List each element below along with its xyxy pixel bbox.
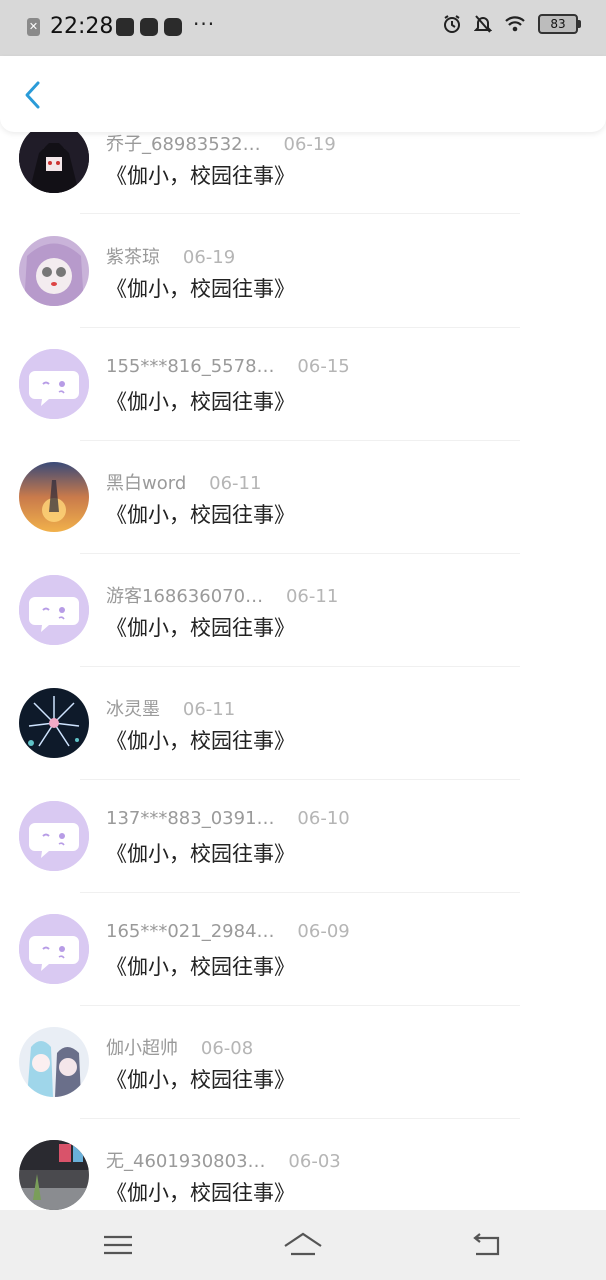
post-date: 06-15 [297,356,350,377]
user-avatar-image [19,236,89,306]
chevron-left-icon[interactable] [20,80,46,110]
user-name-line: 137***883_0391… 06-10 [106,808,350,829]
user-name-line: 游客168636070… 06-11 [106,582,338,608]
mail-notification-icon [116,18,134,36]
post-title[interactable]: 《伽小，校园往事》 [106,725,295,755]
user-avatar-image [19,1140,89,1210]
user-name: 155***816_5578… [106,356,275,377]
list-item[interactable]: 165***021_2984… 06-09 《伽小，校园往事》 [0,909,606,1022]
post-date: 06-03 [288,1151,341,1172]
post-title[interactable]: 《伽小，校园往事》 [106,838,295,868]
divider [80,440,520,441]
divider [80,327,520,328]
menu-icon[interactable] [98,1228,138,1262]
divider [80,1005,520,1006]
user-avatar-image [19,1027,89,1097]
status-bar: ✕ 22:28 ··· 83 [0,0,606,56]
avatar[interactable] [19,801,89,871]
user-name-line: 无_4601930803… 06-03 [106,1147,341,1173]
user-name: 伽小超帅 [106,1038,178,1059]
divider [80,666,520,667]
close-notification-icon: ✕ [27,18,40,36]
post-title[interactable]: 《伽小，校园往事》 [106,499,295,529]
battery-indicator: 83 [538,14,581,34]
avatar[interactable] [19,1027,89,1097]
avatar[interactable] [19,1140,89,1210]
divider [80,213,520,214]
user-name-line: 155***816_5578… 06-15 [106,356,350,377]
post-date: 06-10 [297,808,350,829]
post-date: 06-11 [182,699,236,720]
avatar[interactable] [19,575,89,645]
default-chat-icon [19,914,89,984]
user-name: 冰灵墨 [106,699,160,720]
user-name-line: 冰灵墨 06-11 [106,695,235,721]
post-date: 06-19 [182,247,236,268]
user-name: 无_4601930803… [106,1151,266,1172]
alarm-icon [444,15,460,33]
user-name-line: 紫茶琼 06-19 [106,243,235,269]
user-name: 137***883_0391… [106,808,275,829]
post-title[interactable]: 《伽小，校园往事》 [106,1064,295,1094]
post-title[interactable]: 《伽小，校园往事》 [106,951,295,981]
status-right: 83 [442,14,581,34]
post-title[interactable]: 《伽小，校园往事》 [106,160,295,190]
post-title[interactable]: 《伽小，校园往事》 [106,273,295,303]
post-date: 06-09 [297,921,350,942]
status-time: 22:28 [50,14,114,39]
system-navigation-bar [0,1210,606,1280]
divider [80,1118,520,1119]
divider [80,779,520,780]
home-icon[interactable] [283,1228,323,1262]
user-name: 黑白word [106,473,187,494]
divider [80,892,520,893]
user-avatar-image [19,462,89,532]
post-date: 06-19 [283,134,336,155]
default-chat-icon [19,801,89,871]
back-icon[interactable] [468,1228,508,1262]
list-item[interactable]: 137***883_0391… 06-10 《伽小，校园往事》 [0,796,606,909]
post-date: 06-08 [200,1038,254,1059]
user-name-line: 伽小超帅 06-08 [106,1034,253,1060]
divider [80,553,520,554]
qq-notification-icon-2 [164,18,182,36]
list-item[interactable]: 紫茶琼 06-19 《伽小，校园往事》 [0,231,606,344]
more-notifications-icon: ··· [193,12,216,36]
user-name-line: 乔子_68983532… 06-19 [106,130,336,156]
user-name-line: 黑白word 06-11 [106,469,261,495]
post-title[interactable]: 《伽小，校园往事》 [106,1177,295,1207]
wifi-icon [505,16,525,32]
post-date: 06-11 [209,473,262,494]
avatar[interactable] [19,462,89,532]
default-chat-icon [19,349,89,419]
list-item[interactable]: 乔子_68983532… 06-19 《伽小，校园往事》 [0,118,606,231]
list-item[interactable]: 游客168636070… 06-11 《伽小，校园往事》 [0,570,606,683]
mute-bell-icon [474,15,492,33]
list-item[interactable]: 155***816_5578… 06-15 《伽小，校园往事》 [0,344,606,457]
list-item[interactable]: 黑白word 06-11 《伽小，校园往事》 [0,457,606,570]
post-title[interactable]: 《伽小，校园往事》 [106,612,295,642]
avatar[interactable] [19,349,89,419]
user-avatar-image [19,688,89,758]
post-title[interactable]: 《伽小，校园往事》 [106,386,295,416]
post-date: 06-11 [285,586,339,607]
avatar[interactable] [19,123,89,193]
list-item[interactable]: 伽小超帅 06-08 《伽小，校园往事》 [0,1022,606,1135]
user-name: 紫茶琼 [106,247,160,268]
default-chat-icon [19,575,89,645]
header-bar [0,56,606,132]
user-avatar-image [19,123,89,193]
avatar[interactable] [19,688,89,758]
list-item[interactable]: 冰灵墨 06-11 《伽小，校园往事》 [0,683,606,796]
user-name: 165***021_2984… [106,921,275,942]
user-name-line: 165***021_2984… 06-09 [106,921,350,942]
user-name: 游客168636070… [106,586,264,607]
user-name: 乔子_68983532… [106,134,261,155]
avatar[interactable] [19,236,89,306]
avatar[interactable] [19,914,89,984]
qq-notification-icon [140,18,158,36]
